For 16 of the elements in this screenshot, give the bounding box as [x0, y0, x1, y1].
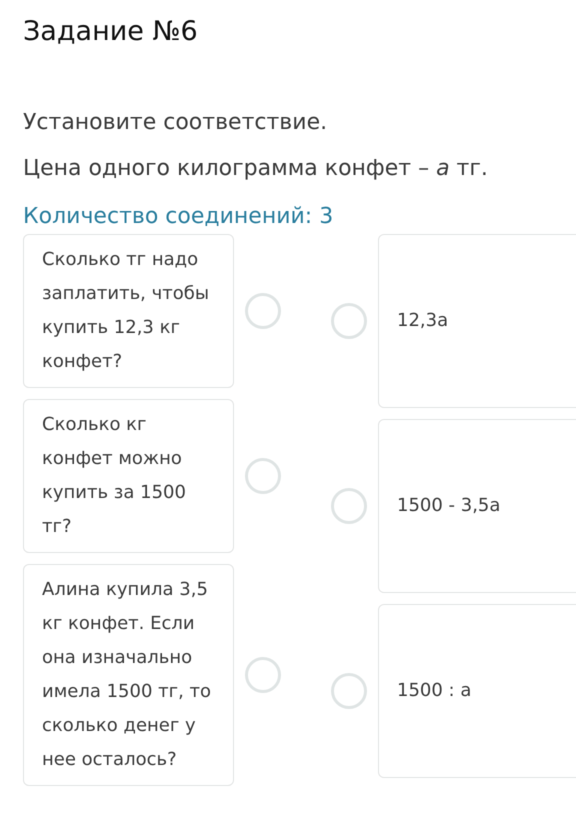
answer-card[interactable]: 1500 - 3,5a — [378, 419, 576, 593]
connector-circle[interactable] — [245, 458, 281, 494]
answer-card[interactable]: 1500 : a — [378, 604, 576, 778]
connector-circle[interactable] — [331, 488, 367, 524]
connector-circle[interactable] — [331, 673, 367, 709]
answer-card[interactable]: 12,3a — [378, 234, 576, 408]
connector-circle[interactable] — [331, 303, 367, 339]
question-card[interactable]: Алина купила 3,5 кг конфет. Если она изначально имела 1500 тг, то сколько денег у нее осталось? — [23, 564, 234, 786]
connector-circle[interactable] — [245, 657, 281, 693]
connector-circle[interactable] — [245, 293, 281, 329]
instruction-text: Установите соответствие. — [23, 109, 328, 137]
task-title: Задание №6 — [23, 15, 198, 49]
question-card[interactable]: Сколько кг конфет можно купить за 1500 тг? — [23, 399, 234, 553]
question-card[interactable]: Сколько тг надо заплатить, чтобы купить 12,3 кг конфет? — [23, 234, 234, 388]
instruction-text: Цена одного килограмма конфет – a тг. — [23, 155, 488, 183]
connections-count: Количество соединений: 3 — [23, 203, 334, 231]
